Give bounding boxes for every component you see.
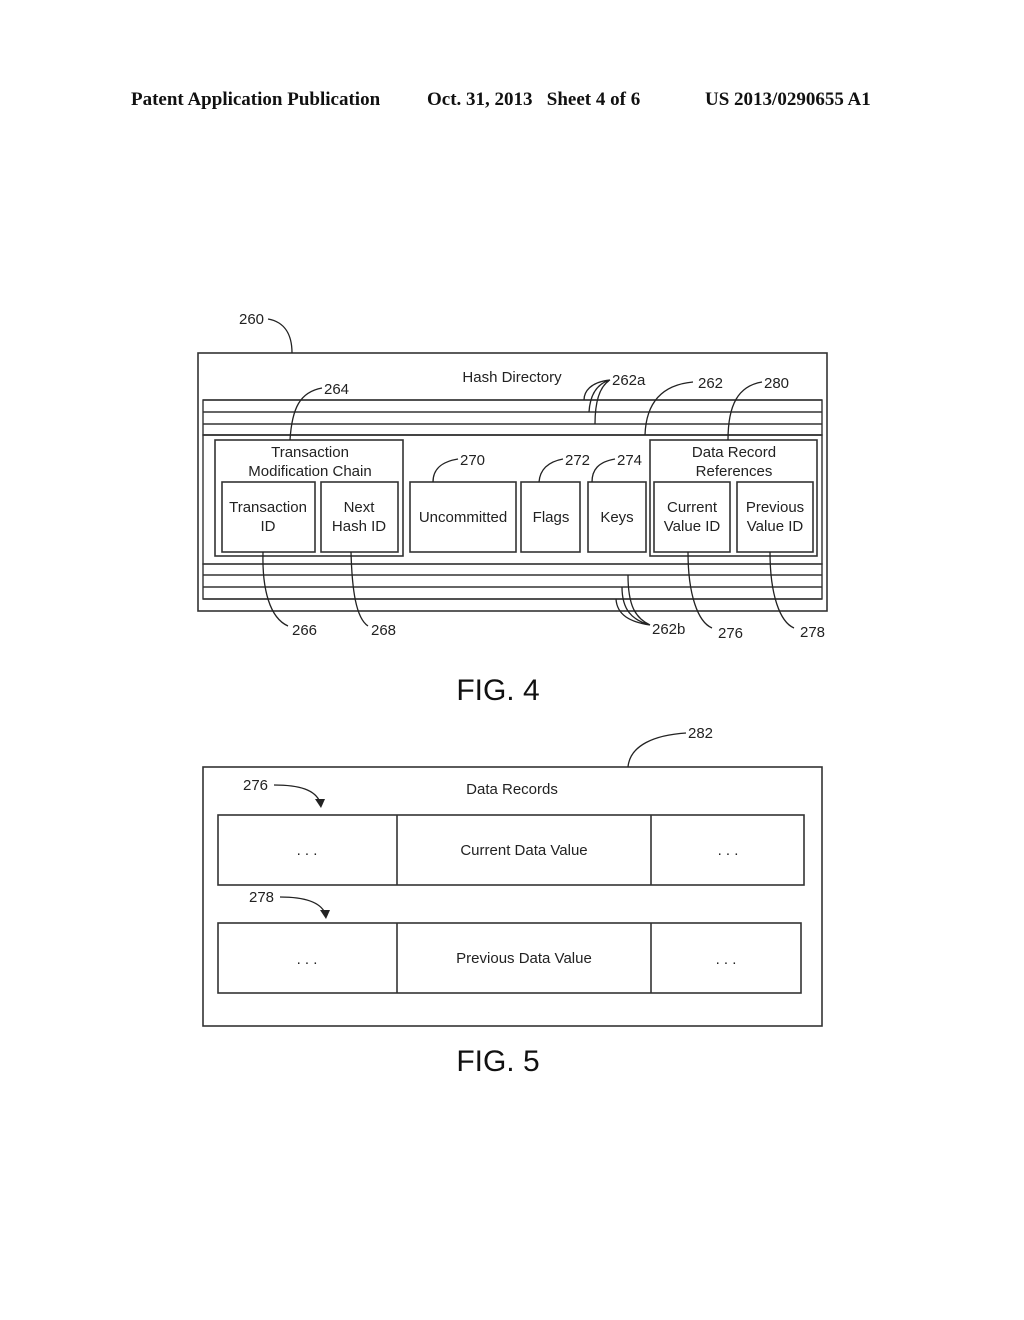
transaction-id-1: Transaction bbox=[229, 499, 307, 516]
data-records-box bbox=[202, 766, 823, 1027]
leader-272 bbox=[538, 458, 564, 483]
bottom-rows-frame bbox=[202, 563, 823, 600]
leader-270 bbox=[432, 458, 459, 483]
arrowhead-icon bbox=[315, 799, 325, 808]
transaction-id-2: ID bbox=[261, 518, 276, 535]
next-hash-id-2: Hash ID bbox=[332, 518, 386, 535]
flags-label: Flags bbox=[533, 509, 570, 526]
leader-260 bbox=[267, 318, 293, 354]
ref-278-fig5: 278 bbox=[249, 889, 274, 906]
previous-value-id-2: Value ID bbox=[747, 518, 804, 535]
arrow-276 bbox=[273, 784, 321, 803]
tmc-title-2: Modification Chain bbox=[248, 463, 371, 480]
current-value-id-cell bbox=[653, 481, 731, 553]
current-value-id-1: Current bbox=[667, 499, 718, 516]
next-hash-id-1: Next bbox=[344, 499, 376, 516]
tmc-title-1: Transaction bbox=[271, 444, 349, 461]
leader-264 bbox=[289, 387, 323, 441]
ref-266: 266 bbox=[292, 622, 317, 639]
ref-278: 278 bbox=[800, 624, 825, 641]
current-value-id-2: Value ID bbox=[664, 518, 721, 535]
ref-262a: 262a bbox=[612, 372, 646, 389]
arrowhead-icon bbox=[320, 910, 330, 919]
leader-280 bbox=[727, 381, 763, 441]
ref-282: 282 bbox=[688, 725, 713, 742]
previous-left-ellipsis: . . . bbox=[297, 951, 318, 968]
transaction-id-cell bbox=[221, 481, 316, 553]
fig5-diagram: Data Records 282 . . . Current Data Valu… bbox=[202, 725, 823, 1078]
ref-268: 268 bbox=[371, 622, 396, 639]
leader-274 bbox=[591, 458, 616, 483]
fig4-caption: FIG. 4 bbox=[456, 674, 539, 707]
drr-title-1: Data Record bbox=[692, 444, 776, 461]
arrow-278 bbox=[279, 896, 326, 914]
previous-right-ellipsis: . . . bbox=[716, 951, 737, 968]
keys-label: Keys bbox=[600, 509, 633, 526]
previous-value-id-cell bbox=[736, 481, 814, 553]
leader-262a bbox=[583, 379, 611, 425]
ref-262b: 262b bbox=[652, 621, 685, 638]
ref-280: 280 bbox=[764, 375, 789, 392]
fig4-diagram: Hash Directory Transaction Modification … bbox=[197, 311, 828, 707]
ref-262: 262 bbox=[698, 375, 723, 392]
current-data-value: Current Data Value bbox=[460, 842, 587, 859]
ref-276: 276 bbox=[718, 625, 743, 642]
leader-268 bbox=[350, 551, 369, 627]
leader-266 bbox=[262, 551, 289, 627]
previous-data-value: Previous Data Value bbox=[456, 950, 592, 967]
leader-262b bbox=[615, 574, 651, 626]
current-right-ellipsis: . . . bbox=[718, 842, 739, 859]
data-records-title: Data Records bbox=[466, 781, 558, 798]
uncommitted-label: Uncommitted bbox=[419, 509, 507, 526]
drr-title-2: References bbox=[696, 463, 773, 480]
next-hash-id-cell bbox=[320, 481, 399, 553]
hash-directory-title: Hash Directory bbox=[462, 369, 562, 386]
leader-262 bbox=[644, 381, 694, 436]
ref-260: 260 bbox=[239, 311, 264, 328]
previous-value-id-1: Previous bbox=[746, 499, 804, 516]
ref-274: 274 bbox=[617, 452, 642, 469]
ref-276-fig5: 276 bbox=[243, 777, 268, 794]
ref-272: 272 bbox=[565, 452, 590, 469]
current-left-ellipsis: . . . bbox=[297, 842, 318, 859]
ref-270: 270 bbox=[460, 452, 485, 469]
top-rows-frame bbox=[202, 399, 823, 436]
figures-canvas: Hash Directory Transaction Modification … bbox=[197, 311, 828, 1078]
leader-282 bbox=[627, 732, 687, 768]
fig5-caption: FIG. 5 bbox=[456, 1045, 539, 1078]
ref-264: 264 bbox=[324, 381, 349, 398]
